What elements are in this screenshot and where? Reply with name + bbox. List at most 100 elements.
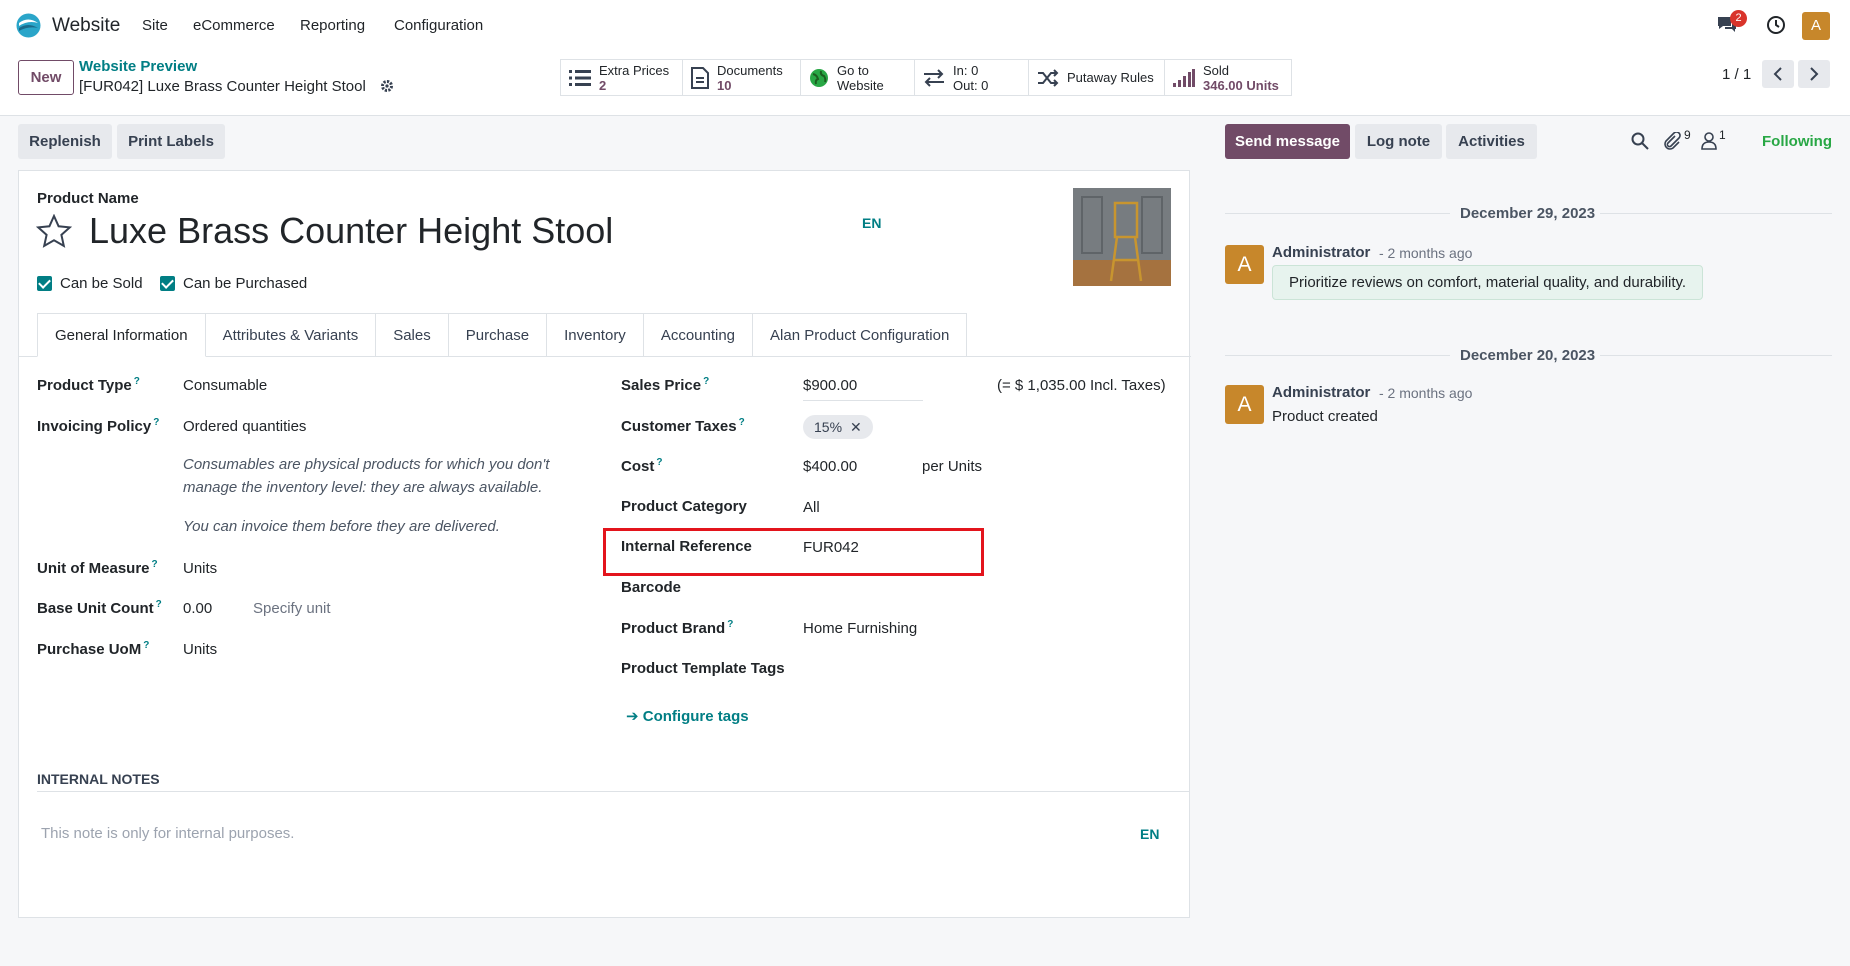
help-icon[interactable]: ? xyxy=(656,457,662,468)
help-icon[interactable]: ? xyxy=(703,376,709,387)
internal-notes-input[interactable]: This note is only for internal purposes. xyxy=(41,825,294,842)
stat-label: Out: 0 xyxy=(953,77,989,93)
pager-next-button[interactable] xyxy=(1798,60,1830,88)
sold-button[interactable]: Sold 346.00 Units xyxy=(1165,60,1291,95)
message-count-badge: 2 xyxy=(1730,10,1747,27)
user-icon[interactable] xyxy=(1701,132,1717,150)
new-button[interactable]: New xyxy=(18,60,74,95)
product-brand-label: Product Brand? xyxy=(621,619,733,637)
document-icon xyxy=(691,66,709,89)
activities-button[interactable]: Activities xyxy=(1446,124,1537,159)
remove-tag-icon[interactable]: ✕ xyxy=(850,419,862,435)
tab-alan-product-configuration[interactable]: Alan Product Configuration xyxy=(753,313,968,357)
search-icon[interactable] xyxy=(1631,132,1649,150)
notes-divider xyxy=(37,791,1189,792)
message-author[interactable]: Administrator xyxy=(1272,384,1370,401)
message-time: - 2 months ago xyxy=(1379,385,1473,401)
cost-value[interactable]: $400.00 xyxy=(803,458,857,475)
purchase-uom-value[interactable]: Units xyxy=(183,641,217,658)
date-divider xyxy=(1225,213,1450,214)
pager-value[interactable]: 1 / 1 xyxy=(1722,66,1751,83)
product-name[interactable]: Luxe Brass Counter Height Stool xyxy=(89,210,613,252)
transfer-icon xyxy=(924,68,944,87)
product-type-value[interactable]: Consumable xyxy=(183,377,267,394)
stat-label: Website xyxy=(837,77,884,93)
gear-icon[interactable] xyxy=(380,79,394,93)
favorite-star-icon[interactable] xyxy=(36,214,72,248)
message-body: Product created xyxy=(1272,408,1378,425)
internal-notes-title: INTERNAL NOTES xyxy=(37,771,160,787)
message-avatar[interactable]: A xyxy=(1225,385,1264,424)
product-brand-value[interactable]: Home Furnishing xyxy=(803,620,917,637)
clock-icon[interactable] xyxy=(1766,15,1786,35)
purchase-uom-label-text: Purchase UoM xyxy=(37,641,142,658)
help-icon[interactable]: ? xyxy=(143,640,149,651)
help-icon[interactable]: ? xyxy=(727,619,733,630)
customer-taxes-label-text: Customer Taxes xyxy=(621,418,737,435)
price-incl-taxes: (= $ 1,035.00 Incl. Taxes) xyxy=(997,377,1166,394)
tab-inventory[interactable]: Inventory xyxy=(547,313,644,357)
menu-site[interactable]: Site xyxy=(142,17,168,34)
specify-unit-field[interactable]: Specify unit xyxy=(253,600,331,617)
pager-previous-button[interactable] xyxy=(1762,60,1794,88)
message-author[interactable]: Administrator xyxy=(1272,244,1370,261)
tax-tag[interactable]: 15% ✕ xyxy=(803,415,873,439)
language-button[interactable]: EN xyxy=(862,215,881,231)
top-navbar: Website Site eCommerce Reporting Configu… xyxy=(0,0,1850,50)
following-toggle[interactable]: Following xyxy=(1762,133,1832,150)
unit-of-measure-value[interactable]: Units xyxy=(183,560,217,577)
tab-purchase[interactable]: Purchase xyxy=(448,313,548,357)
base-unit-count-value[interactable]: 0.00 xyxy=(183,600,212,617)
invoicing-policy-value[interactable]: Ordered quantities xyxy=(183,418,306,435)
print-labels-button[interactable]: Print Labels xyxy=(117,124,225,159)
user-avatar[interactable]: A xyxy=(1802,12,1830,40)
globe-icon xyxy=(810,68,828,87)
help-icon[interactable]: ? xyxy=(134,376,140,387)
can-be-purchased-checkbox[interactable] xyxy=(160,276,175,291)
in-out-button[interactable]: In: 0 Out: 0 xyxy=(915,60,1029,95)
date-divider xyxy=(1600,213,1832,214)
notes-language-button[interactable]: EN xyxy=(1140,826,1159,842)
help-icon[interactable]: ? xyxy=(153,417,159,428)
menu-reporting[interactable]: Reporting xyxy=(300,17,365,34)
sales-price-label-text: Sales Price xyxy=(621,377,702,394)
menu-ecommerce[interactable]: eCommerce xyxy=(193,17,275,34)
documents-button[interactable]: Documents 10 xyxy=(683,60,801,95)
can-be-sold-checkbox[interactable] xyxy=(37,276,52,291)
product-type-label: Product Type? xyxy=(37,376,140,394)
product-image[interactable] xyxy=(1073,188,1171,286)
app-logo-icon[interactable] xyxy=(15,12,42,39)
date-divider xyxy=(1600,355,1832,356)
send-message-button[interactable]: Send message xyxy=(1225,124,1350,159)
stat-label: Documents xyxy=(717,62,783,78)
help-icon[interactable]: ? xyxy=(152,559,158,570)
paperclip-icon[interactable] xyxy=(1663,132,1681,150)
control-panel: New Website Preview [FUR042] Luxe Brass … xyxy=(0,50,1850,116)
invoicing-policy-label: Invoicing Policy? xyxy=(37,417,159,435)
message-time: - 2 months ago xyxy=(1379,245,1473,261)
menu-configuration[interactable]: Configuration xyxy=(394,17,483,34)
message-body: Prioritize reviews on comfort, material … xyxy=(1272,265,1704,300)
message-avatar[interactable]: A xyxy=(1225,245,1264,284)
internal-reference-value[interactable]: FUR042 xyxy=(803,539,859,556)
help-icon[interactable]: ? xyxy=(156,599,162,610)
help-icon[interactable]: ? xyxy=(739,417,745,428)
stat-label: Sold xyxy=(1203,62,1230,78)
tab-general-information[interactable]: General Information xyxy=(37,313,206,357)
app-name[interactable]: Website xyxy=(52,15,120,37)
breadcrumb-parent[interactable]: Website Preview xyxy=(79,58,197,75)
configure-tags-link[interactable]: ➔ Configure tags xyxy=(626,707,749,725)
go-to-website-button[interactable]: Go to Website xyxy=(801,60,915,95)
tab-accounting[interactable]: Accounting xyxy=(643,313,754,357)
tab-attributes-variants[interactable]: Attributes & Variants xyxy=(205,313,377,357)
replenish-button[interactable]: Replenish xyxy=(18,124,112,159)
product-category-value[interactable]: All xyxy=(803,499,820,516)
sales-price-input[interactable]: $900.00 xyxy=(803,377,923,401)
extra-prices-button[interactable]: Extra Prices 2 xyxy=(561,60,683,95)
log-note-button[interactable]: Log note xyxy=(1355,124,1442,159)
cost-label-text: Cost xyxy=(621,458,655,475)
stat-value: 2 xyxy=(599,77,607,93)
putaway-rules-button[interactable]: Putaway Rules xyxy=(1029,60,1165,95)
unit-of-measure-label-text: Unit of Measure xyxy=(37,560,150,577)
tab-sales[interactable]: Sales xyxy=(376,313,449,357)
